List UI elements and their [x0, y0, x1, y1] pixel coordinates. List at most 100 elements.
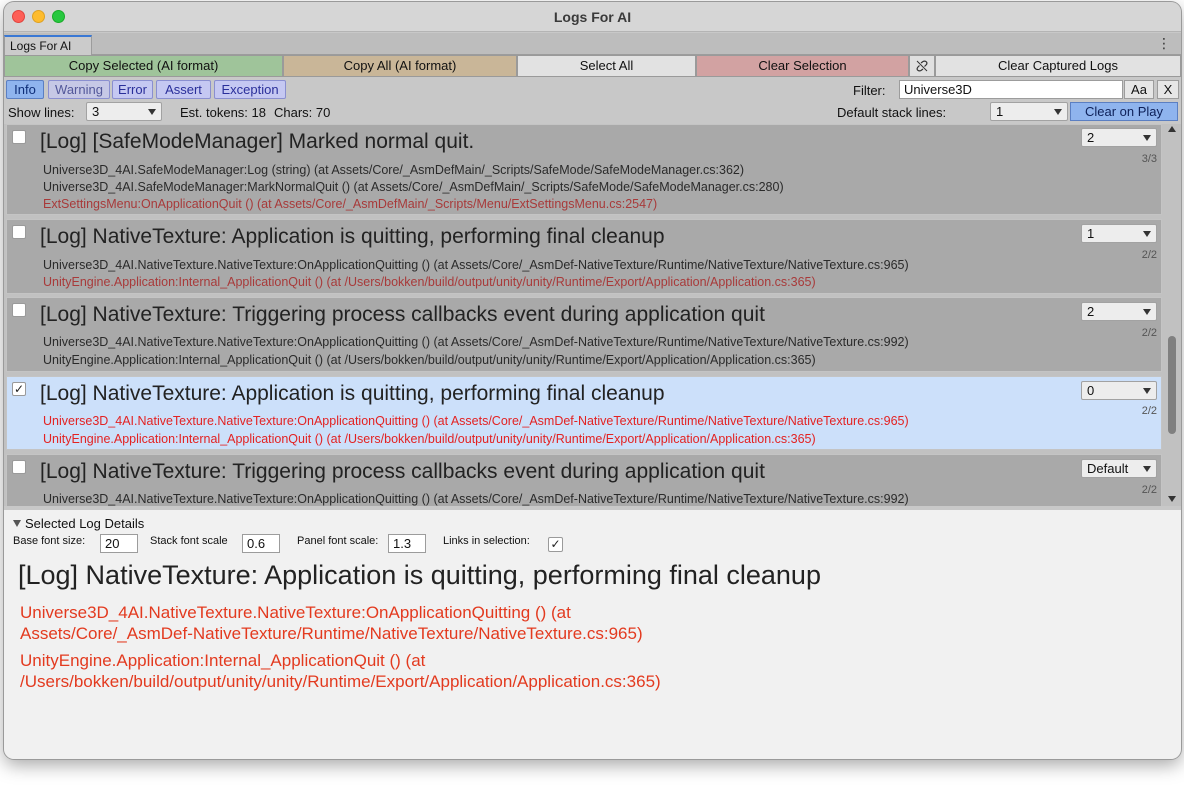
log-select-checkbox[interactable]: ✓: [12, 382, 26, 396]
selected-log-details-panel: Selected Log Details Base font size: Sta…: [4, 510, 1181, 759]
chevron-down-icon: [1143, 388, 1151, 394]
show-lines-label: Show lines:: [8, 105, 75, 120]
stack-lines-value: 2: [1087, 130, 1095, 145]
chevron-down-icon: [1143, 309, 1151, 315]
tab-bar: Logs For AI ⋮: [4, 33, 1181, 55]
details-header-label: Selected Log Details: [25, 516, 145, 531]
log-select-checkbox[interactable]: [12, 303, 26, 317]
panel-font-scale-input[interactable]: [388, 534, 426, 553]
clear-captured-logs-button[interactable]: Clear Captured Logs: [935, 55, 1181, 77]
clear-filter-button[interactable]: X: [1157, 80, 1179, 99]
stack-count: 3/3: [1141, 153, 1157, 165]
log-entry[interactable]: [Log] NativeTexture: Triggering process …: [6, 297, 1162, 372]
stack-count: 2/2: [1141, 405, 1157, 417]
chevron-down-icon: [1143, 466, 1151, 472]
stack-font-scale-label: Stack font scale: [150, 535, 228, 547]
details-foldout[interactable]: Selected Log Details: [13, 516, 144, 531]
stack-lines-dropdown[interactable]: 1: [1081, 224, 1157, 243]
stack-line[interactable]: Universe3D_4AI.NativeTexture.NativeTextu…: [43, 335, 909, 349]
log-entry-selected[interactable]: ✓ [Log] NativeTexture: Application is qu…: [6, 376, 1162, 450]
kebab-menu-icon[interactable]: ⋮: [1157, 36, 1171, 50]
case-sensitive-button[interactable]: Aa: [1124, 80, 1154, 99]
window-title: Logs For AI: [553, 9, 632, 25]
copy-selected-button[interactable]: Copy Selected (AI format): [4, 55, 283, 77]
level-toggle-warning[interactable]: Warning: [48, 80, 110, 99]
default-stack-lines-value: 1: [996, 104, 1004, 119]
stack-lines-dropdown[interactable]: 2: [1081, 302, 1157, 321]
filter-row: Info Warning Error Assert Exception Filt…: [4, 79, 1181, 101]
tab-logs-for-ai[interactable]: Logs For AI: [4, 35, 92, 55]
details-log-title: [Log] NativeTexture: Application is quit…: [18, 560, 821, 590]
log-title: [Log] NativeTexture: Application is quit…: [40, 382, 665, 405]
log-select-checkbox[interactable]: [12, 460, 26, 474]
scrollbar-thumb[interactable]: [1168, 336, 1176, 434]
clear-selection-button[interactable]: Clear Selection: [696, 55, 909, 77]
log-list[interactable]: [Log] [SafeModeManager] Marked normal qu…: [4, 124, 1181, 506]
stack-line-link[interactable]: UnityEngine.Application:Internal_Applica…: [43, 275, 816, 289]
stack-line-link[interactable]: ExtSettingsMenu:OnApplicationQuit () (at…: [43, 197, 657, 211]
filter-label: Filter:: [853, 83, 886, 98]
links-in-selection-label: Links in selection:: [443, 535, 530, 547]
chevron-down-icon: [1143, 231, 1151, 237]
log-list-scrollbar[interactable]: [1165, 124, 1179, 506]
stack-count: 2/2: [1141, 249, 1157, 261]
select-all-button[interactable]: Select All: [517, 55, 696, 77]
default-stack-lines-dropdown[interactable]: 1: [990, 102, 1068, 121]
level-toggle-info[interactable]: Info: [6, 80, 44, 99]
details-stack-line[interactable]: Universe3D_4AI.NativeTexture.NativeTextu…: [20, 602, 571, 623]
log-title: [Log] NativeTexture: Application is quit…: [40, 225, 665, 248]
links-in-selection-checkbox[interactable]: ✓: [548, 537, 563, 552]
show-lines-value: 3: [92, 104, 100, 119]
log-select-checkbox[interactable]: [12, 130, 26, 144]
stack-lines-dropdown[interactable]: 0: [1081, 381, 1157, 400]
filter-input[interactable]: [899, 80, 1123, 99]
logs-window: Logs For AI Logs For AI ⋮ Copy Selected …: [4, 2, 1181, 759]
stack-lines-dropdown[interactable]: 2: [1081, 128, 1157, 147]
stack-line[interactable]: Universe3D_4AI.NativeTexture.NativeTextu…: [43, 258, 909, 272]
stack-line[interactable]: Universe3D_4AI.SafeModeManager:Log (stri…: [43, 163, 744, 177]
stack-lines-value: 1: [1087, 226, 1095, 241]
details-stack-line[interactable]: Assets/Core/_AsmDef-NativeTexture/Runtim…: [20, 623, 643, 644]
stack-line-link[interactable]: UnityEngine.Application:Internal_Applica…: [43, 432, 816, 446]
stack-lines-value: 2: [1087, 304, 1095, 319]
show-lines-dropdown[interactable]: 3: [86, 102, 162, 121]
base-font-size-label: Base font size:: [13, 535, 86, 547]
stack-lines-dropdown[interactable]: Default: [1081, 459, 1157, 478]
est-tokens: Est. tokens: 18: [180, 105, 266, 120]
stack-lines-value: Default: [1087, 461, 1129, 476]
clear-on-play-toggle[interactable]: Clear on Play: [1070, 102, 1178, 121]
scroll-up-arrow-icon[interactable]: [1168, 126, 1176, 132]
chevron-down-icon: [1054, 109, 1062, 115]
copy-all-button[interactable]: Copy All (AI format): [283, 55, 517, 77]
panel-font-scale-label: Panel font scale:: [297, 535, 379, 547]
stack-line[interactable]: Universe3D_4AI.NativeTexture.NativeTextu…: [43, 492, 909, 506]
details-stack-line[interactable]: /Users/bokken/build/output/unity/unity/R…: [20, 671, 661, 692]
char-count: Chars: 70: [274, 105, 331, 120]
stack-count: 2/2: [1141, 484, 1157, 496]
stack-count: 2/2: [1141, 327, 1157, 339]
unlink-button[interactable]: [909, 55, 935, 77]
log-entry[interactable]: [Log] [SafeModeManager] Marked normal qu…: [6, 124, 1162, 215]
default-stack-lines-label: Default stack lines:: [837, 105, 947, 120]
action-bar: Copy Selected (AI format) Copy All (AI f…: [4, 55, 1181, 77]
chevron-down-icon: [1143, 135, 1151, 141]
details-stack-line[interactable]: UnityEngine.Application:Internal_Applica…: [20, 650, 425, 671]
base-font-size-input[interactable]: [100, 534, 138, 553]
stack-font-scale-input[interactable]: [242, 534, 280, 553]
stack-lines-value: 0: [1087, 383, 1095, 398]
stack-line[interactable]: UnityEngine.Application:Internal_Applica…: [43, 353, 816, 367]
level-toggle-assert[interactable]: Assert: [156, 80, 211, 99]
stack-line[interactable]: Universe3D_4AI.SafeModeManager:MarkNorma…: [43, 180, 784, 194]
log-entry[interactable]: [Log] NativeTexture: Application is quit…: [6, 219, 1162, 294]
log-title: [Log] [SafeModeManager] Marked normal qu…: [40, 130, 475, 153]
level-toggle-error[interactable]: Error: [112, 80, 153, 99]
title-bar: Logs For AI: [4, 2, 1181, 32]
chevron-down-icon: [148, 109, 156, 115]
log-entry[interactable]: [Log] NativeTexture: Triggering process …: [6, 454, 1162, 506]
log-select-checkbox[interactable]: [12, 225, 26, 239]
level-toggle-exception[interactable]: Exception: [214, 80, 286, 99]
scroll-down-arrow-icon[interactable]: [1168, 496, 1176, 502]
options-row: Show lines: 3 Est. tokens: 18 Chars: 70 …: [4, 101, 1181, 123]
triangle-down-icon: [13, 520, 21, 527]
stack-line-link[interactable]: Universe3D_4AI.NativeTexture.NativeTextu…: [43, 414, 909, 428]
